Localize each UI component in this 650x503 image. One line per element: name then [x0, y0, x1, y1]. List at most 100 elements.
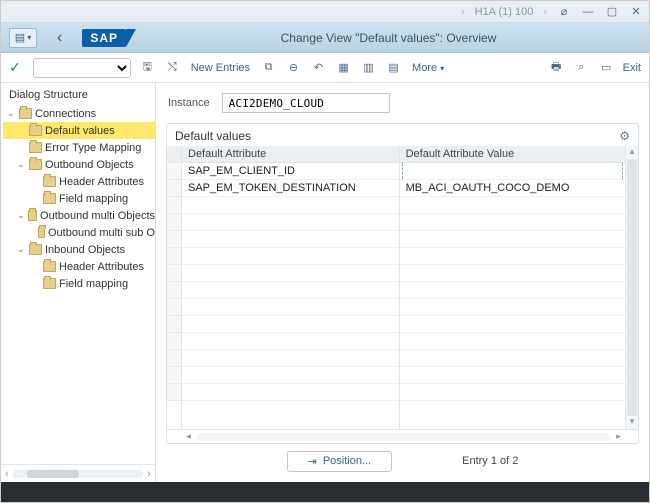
cell-attr[interactable]: . [182, 384, 399, 401]
row-selector[interactable] [167, 197, 181, 214]
scroll-left-icon[interactable]: ◂ [182, 431, 195, 442]
row-selector[interactable] [167, 384, 181, 401]
table-vscroll[interactable]: ▴ ▾ [625, 146, 638, 429]
tree-item-field-mapping-in[interactable]: Field mapping [3, 275, 155, 292]
maximize-button[interactable]: ▢ [605, 5, 619, 19]
app-window: › H1A (1) 100 › ⌀ — ▢ ✕ ▤ ▾ ‹ SAP Change… [0, 0, 650, 503]
link-icon[interactable]: ⌀ [557, 5, 571, 19]
tree-item-outbound-multi-objects[interactable]: ⌄Outbound multi Objects [3, 207, 155, 224]
scroll-up-icon[interactable]: ▴ [626, 146, 638, 159]
collapse-icon[interactable]: ⌄ [17, 159, 26, 170]
cell-attr[interactable]: . [182, 333, 399, 350]
cell-val[interactable]: . [400, 333, 625, 350]
more-menu[interactable]: More ▾ [410, 62, 446, 74]
row-selector[interactable] [167, 265, 181, 282]
cell-val[interactable]: . [400, 350, 625, 367]
row-selector[interactable] [167, 163, 181, 180]
cell-attr[interactable]: . [182, 299, 399, 316]
minimize-button[interactable]: — [581, 5, 595, 19]
toggle-icon[interactable]: ⤭ [164, 59, 181, 76]
tree-item-default-values[interactable]: Default values [3, 122, 155, 139]
row-selector[interactable] [167, 299, 181, 316]
tree-item-header-attributes-in[interactable]: Header Attributes [3, 258, 155, 275]
accept-icon[interactable]: ✓ [9, 59, 21, 76]
cell-attr[interactable]: SAP_EM_CLIENT_ID [182, 163, 399, 180]
cell-val[interactable]: . [400, 248, 625, 265]
tree-item-connections[interactable]: ⌄Connections [3, 105, 155, 122]
back-button[interactable]: ‹ [53, 29, 66, 47]
cell-val[interactable]: . [400, 197, 625, 214]
row-selector[interactable] [167, 367, 181, 384]
tree-item-inbound-objects[interactable]: ⌄Inbound Objects [3, 241, 155, 258]
exit-button[interactable]: Exit [623, 62, 641, 74]
row-selector[interactable] [167, 333, 181, 350]
column-header-val[interactable]: Default Attribute Value [400, 146, 625, 163]
row-selector[interactable] [167, 231, 181, 248]
cell-val[interactable]: . [400, 214, 625, 231]
cell-attr[interactable]: . [182, 316, 399, 333]
row-selector[interactable] [167, 282, 181, 299]
undo-icon[interactable]: ↶ [310, 59, 327, 76]
collapse-icon[interactable]: ⌄ [17, 210, 25, 221]
table-hscroll[interactable]: ◂ ▸ [167, 429, 638, 443]
column-header-attr[interactable]: Default Attribute [182, 146, 399, 163]
cell-val[interactable]: . [400, 316, 625, 333]
table-settings-icon[interactable]: ⚙ [619, 129, 630, 143]
collapse-icon[interactable]: ⌄ [17, 244, 26, 255]
save-icon[interactable]: 🖫 [139, 59, 156, 76]
cell-attr[interactable]: . [182, 282, 399, 299]
print-icon[interactable]: 🖶 [548, 59, 565, 76]
folder-icon [43, 176, 56, 187]
tree-item-outbound-multi-sub[interactable]: Outbound multi sub O [3, 224, 155, 241]
layout-icon[interactable]: ▭ [598, 59, 615, 76]
cell-val[interactable] [400, 163, 625, 180]
row-selector[interactable] [167, 350, 181, 367]
scroll-left-icon[interactable]: ‹ [1, 468, 13, 480]
cell-attr[interactable]: . [182, 231, 399, 248]
chevron-right-icon: › [543, 6, 547, 18]
cell-val[interactable]: . [400, 299, 625, 316]
cell-val[interactable]: . [400, 231, 625, 248]
chevron-down-icon: ▾ [27, 33, 31, 42]
new-entries-button[interactable]: New Entries [189, 62, 252, 74]
tree-item-header-attributes[interactable]: Header Attributes [3, 173, 155, 190]
close-button[interactable]: ✕ [629, 5, 643, 19]
cell-attr[interactable]: . [182, 367, 399, 384]
menu-button[interactable]: ▤ ▾ [9, 28, 37, 48]
cell-attr[interactable]: . [182, 197, 399, 214]
find-icon[interactable]: ⌕ [573, 59, 590, 76]
collapse-icon[interactable]: ⌄ [7, 108, 16, 119]
tree-item-field-mapping[interactable]: Field mapping [3, 190, 155, 207]
deselect-all-icon[interactable]: ▤ [385, 59, 402, 76]
scroll-right-icon[interactable]: ▸ [612, 431, 625, 442]
scroll-right-icon[interactable]: › [143, 468, 155, 480]
tree-item-outbound-objects[interactable]: ⌄Outbound Objects [3, 156, 155, 173]
position-button[interactable]: ⇥ Position... [287, 451, 393, 472]
cell-val[interactable]: . [400, 282, 625, 299]
scroll-down-icon[interactable]: ▾ [626, 416, 638, 429]
main-area: Instance Default values ⚙ [156, 83, 649, 482]
select-all-icon[interactable]: ▦ [335, 59, 352, 76]
group-title: Default values [175, 129, 619, 143]
row-selector[interactable] [167, 214, 181, 231]
row-selector[interactable] [167, 248, 181, 265]
select-all-rows[interactable] [167, 146, 181, 163]
cell-attr[interactable]: . [182, 350, 399, 367]
tree-item-error-type-mapping[interactable]: Error Type Mapping [3, 139, 155, 156]
cell-val[interactable]: . [400, 367, 625, 384]
delete-icon[interactable]: ⊖ [285, 59, 302, 76]
cell-val[interactable]: . [400, 384, 625, 401]
command-field[interactable] [33, 58, 131, 78]
sidebar-hscroll[interactable]: ‹ › [1, 464, 155, 482]
cell-val[interactable]: MB_ACI_OAUTH_COCO_DEMO [400, 180, 625, 197]
cell-val[interactable]: . [400, 265, 625, 282]
copy-icon[interactable]: ⧉ [260, 59, 277, 76]
select-block-icon[interactable]: ▥ [360, 59, 377, 76]
cell-attr[interactable]: . [182, 265, 399, 282]
row-selector[interactable] [167, 316, 181, 333]
cell-attr[interactable]: . [182, 248, 399, 265]
cell-attr[interactable]: SAP_EM_TOKEN_DESTINATION [182, 180, 399, 197]
instance-input[interactable] [222, 93, 390, 113]
cell-attr[interactable]: . [182, 214, 399, 231]
row-selector[interactable] [167, 180, 181, 197]
